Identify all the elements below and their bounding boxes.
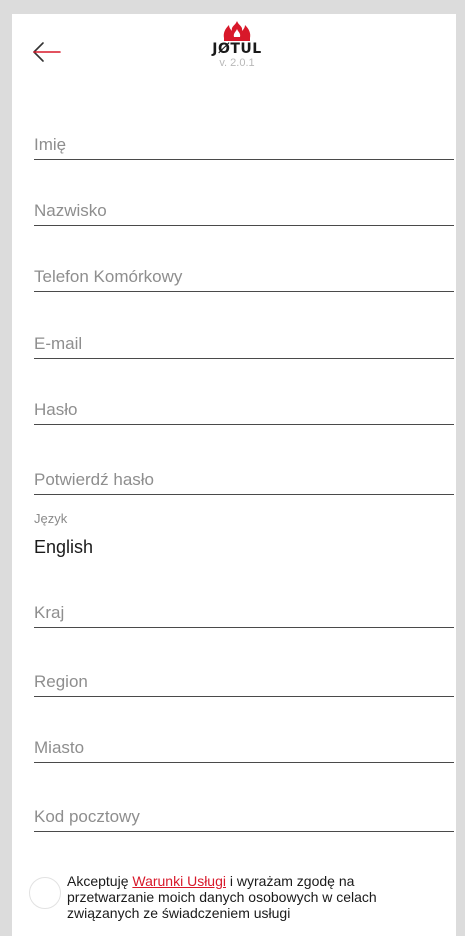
first-name-field [34, 129, 454, 160]
postal-code-input[interactable] [34, 807, 454, 827]
last-name-input[interactable] [34, 201, 454, 221]
brand-logo: JØTUL v. 2.0.1 [202, 20, 272, 70]
brand-name: JØTUL [212, 41, 262, 57]
region-field [34, 666, 454, 697]
confirm-password-input[interactable] [34, 470, 454, 490]
mobile-phone-field [34, 261, 454, 292]
country-field [34, 597, 454, 628]
confirm-password-field [34, 464, 454, 495]
terms-of-service-link[interactable]: Warunki Usługi [132, 873, 226, 889]
consent-text: Akceptuję Warunki Usługi i wyrażam zgodę… [67, 873, 407, 921]
region-input[interactable] [34, 672, 454, 692]
app-version: v. 2.0.1 [219, 57, 255, 69]
city-field [34, 732, 454, 763]
last-name-field [34, 195, 454, 226]
back-arrow-icon [33, 42, 61, 62]
password-input[interactable] [34, 400, 454, 420]
email-field [34, 328, 454, 359]
language-label: Język [34, 511, 68, 526]
back-button[interactable] [31, 41, 63, 63]
registration-screen: JØTUL v. 2.0.1 Język English Akceptuję W… [12, 14, 456, 936]
password-field [34, 394, 454, 425]
consent-text-before: Akceptuję [67, 873, 133, 889]
postal-code-field [34, 801, 454, 832]
email-input[interactable] [34, 334, 454, 354]
first-name-input[interactable] [34, 135, 454, 155]
flame-icon [223, 21, 251, 41]
consent-checkbox[interactable] [29, 877, 61, 909]
language-select[interactable]: English [34, 537, 93, 558]
country-input[interactable] [34, 603, 454, 623]
city-input[interactable] [34, 738, 454, 758]
mobile-phone-input[interactable] [34, 267, 454, 287]
